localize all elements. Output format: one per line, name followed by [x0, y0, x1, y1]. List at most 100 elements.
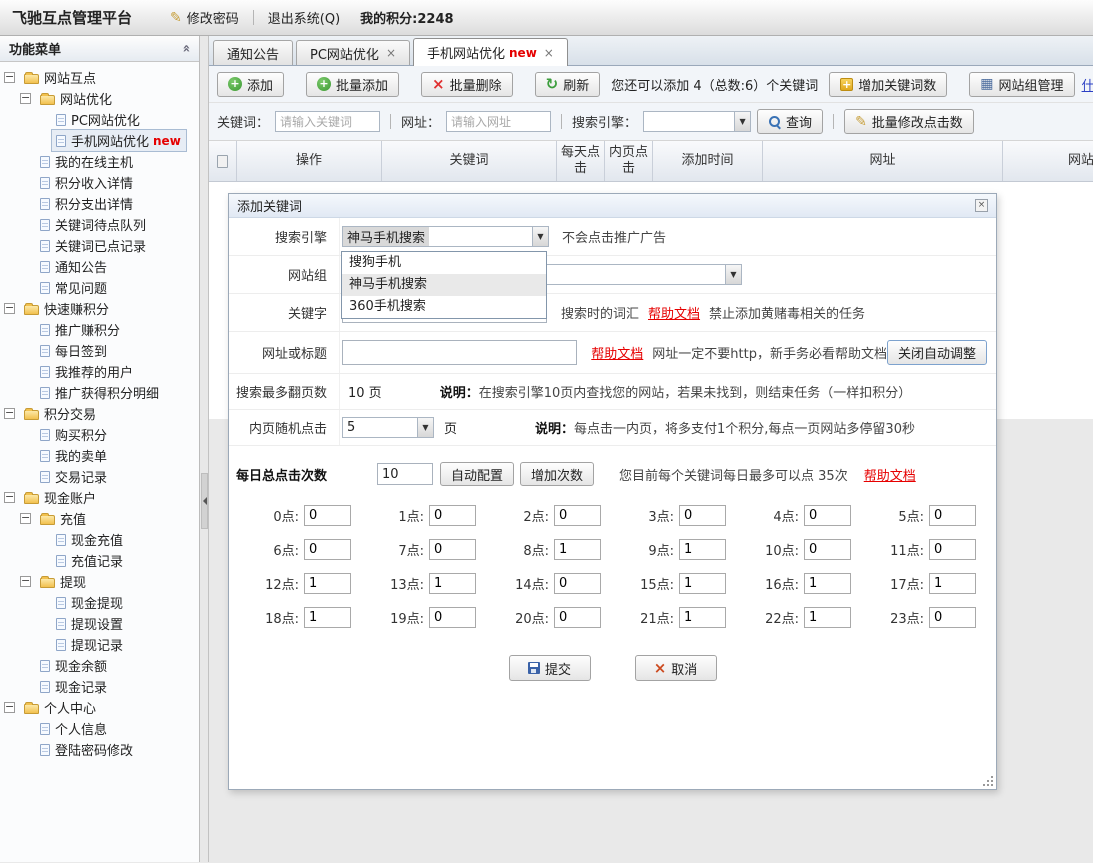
column-header[interactable]: 添加时间 [653, 141, 763, 181]
batch-add-button[interactable]: + 批量添加 [306, 72, 399, 97]
tree-expander-icon[interactable]: − [4, 408, 15, 419]
tree-expander-icon[interactable]: − [4, 303, 15, 314]
keyword-help-link[interactable]: 帮助文档 [648, 303, 700, 322]
auto-adjust-button[interactable]: 关闭自动调整 [887, 340, 987, 365]
sidebar-item[interactable]: 我的卖单 [0, 445, 199, 466]
sidebar-item[interactable]: 我的在线主机 [0, 151, 199, 172]
sidebar-item[interactable]: 关键词待点队列 [0, 214, 199, 235]
refresh-button[interactable]: ↻ 刷新 [535, 72, 601, 97]
tab-close-icon[interactable]: × [544, 47, 554, 59]
tree-expander-icon[interactable]: − [20, 513, 31, 524]
tree-expander-icon[interactable]: − [4, 72, 15, 83]
sidebar-item[interactable]: 积分收入详情 [0, 172, 199, 193]
sidebar-item[interactable]: −网站互点 [0, 67, 199, 88]
sidebar-item[interactable]: 提现记录 [0, 634, 199, 655]
column-header[interactable]: 每天点击 [557, 141, 605, 181]
hour-input[interactable] [304, 573, 351, 594]
sidebar-item[interactable]: 通知公告 [0, 256, 199, 277]
chevron-down-icon[interactable]: ▼ [417, 418, 433, 437]
hour-input[interactable] [929, 539, 976, 560]
sidebar-item[interactable]: 提现设置 [0, 613, 199, 634]
tree-expander-icon[interactable]: − [20, 93, 31, 104]
increase-count-button[interactable]: 增加次数 [520, 462, 594, 486]
splitter-collapse-handle[interactable] [201, 473, 208, 529]
sidebar-item[interactable]: 我推荐的用户 [0, 361, 199, 382]
sidebar-item[interactable]: 个人信息 [0, 718, 199, 739]
hour-input[interactable] [929, 505, 976, 526]
auto-config-button[interactable]: 自动配置 [440, 462, 514, 486]
sidebar-item[interactable]: 关键词已点记录 [0, 235, 199, 256]
hour-input[interactable] [554, 573, 601, 594]
tab[interactable]: PC网站优化× [296, 40, 410, 65]
inner-click-select[interactable]: 5 ▼ [342, 417, 434, 438]
column-header[interactable]: 内页点击 [605, 141, 653, 181]
add-button[interactable]: + 添加 [217, 72, 284, 97]
tree-expander-icon[interactable]: − [20, 576, 31, 587]
url-help-link[interactable]: 帮助文档 [591, 343, 643, 362]
submit-button[interactable]: 提交 [509, 655, 591, 681]
hour-input[interactable] [304, 505, 351, 526]
sidebar-item[interactable]: 推广赚积分 [0, 319, 199, 340]
dropdown-option[interactable]: 搜狗手机 [342, 252, 546, 274]
sidebar-item[interactable]: 充值记录 [0, 550, 199, 571]
column-header[interactable]: 操作 [237, 141, 382, 181]
url-filter-input[interactable] [446, 111, 551, 132]
change-password-button[interactable]: ✎ 修改密码 [170, 8, 239, 27]
engine-filter-select[interactable]: ▼ [643, 111, 751, 132]
hour-input[interactable] [429, 607, 476, 628]
chevron-down-icon[interactable]: ▼ [725, 265, 741, 284]
hour-input[interactable] [804, 607, 851, 628]
sidebar-item[interactable]: 购买积分 [0, 424, 199, 445]
hour-input[interactable] [679, 607, 726, 628]
select-all-checkbox[interactable] [209, 141, 237, 181]
column-header[interactable]: 关键词 [382, 141, 557, 181]
hour-input[interactable] [554, 539, 601, 560]
sidebar-item[interactable]: −现金账户 [0, 487, 199, 508]
sidebar-item[interactable]: 现金充值 [0, 529, 199, 550]
tab-close-icon[interactable]: × [386, 47, 396, 59]
sidebar-item[interactable]: −充值 [0, 508, 199, 529]
hour-input[interactable] [429, 573, 476, 594]
sidebar-item[interactable]: −积分交易 [0, 403, 199, 424]
hour-input[interactable] [804, 539, 851, 560]
tab[interactable]: 手机网站优化new× [413, 38, 568, 66]
hour-input[interactable] [679, 573, 726, 594]
batch-modify-clicks-button[interactable]: ✎ 批量修改点击数 [844, 109, 974, 134]
hour-input[interactable] [554, 607, 601, 628]
sidebar-item[interactable]: 交易记录 [0, 466, 199, 487]
sidebar-item[interactable]: 现金记录 [0, 676, 199, 697]
url-input[interactable] [342, 340, 577, 365]
hour-input[interactable] [304, 539, 351, 560]
sidebar-item[interactable]: 手机网站优化new [0, 130, 199, 151]
hour-input[interactable] [554, 505, 601, 526]
tree-expander-icon[interactable]: − [4, 492, 15, 503]
tab[interactable]: 通知公告 [213, 40, 293, 65]
cancel-button[interactable]: × 取消 [635, 655, 717, 681]
collapse-panel-icon[interactable]: « [178, 44, 193, 52]
hour-input[interactable] [679, 539, 726, 560]
chevron-down-icon[interactable]: ▼ [532, 227, 548, 246]
sidebar-item[interactable]: 每日签到 [0, 340, 199, 361]
logout-button[interactable]: 退出系统(Q) [268, 8, 340, 27]
hour-input[interactable] [929, 573, 976, 594]
hour-input[interactable] [429, 539, 476, 560]
column-header[interactable]: 网站组 [1003, 141, 1093, 181]
search-button[interactable]: 查询 [757, 109, 823, 134]
hour-input[interactable] [804, 505, 851, 526]
sidebar-item[interactable]: 登陆密码修改 [0, 739, 199, 760]
sidebar-item[interactable]: 常见问题 [0, 277, 199, 298]
sidebar-item[interactable]: 积分支出详情 [0, 193, 199, 214]
keyword-filter-input[interactable] [275, 111, 380, 132]
batch-delete-button[interactable]: × 批量删除 [421, 72, 513, 97]
hour-input[interactable] [679, 505, 726, 526]
dropdown-option[interactable]: 神马手机搜索 [342, 274, 546, 296]
dropdown-option[interactable]: 360手机搜索 [342, 296, 546, 318]
daily-clicks-input[interactable] [377, 463, 433, 485]
increase-keywords-button[interactable]: + 增加关键词数 [829, 72, 947, 97]
sidebar-item[interactable]: −个人中心 [0, 697, 199, 718]
sidebar-item[interactable]: 现金余额 [0, 655, 199, 676]
hour-input[interactable] [929, 607, 976, 628]
column-header[interactable]: 网址 [763, 141, 1003, 181]
sidebar-item[interactable]: −提现 [0, 571, 199, 592]
what-is-link[interactable]: 什么 [1082, 75, 1093, 94]
